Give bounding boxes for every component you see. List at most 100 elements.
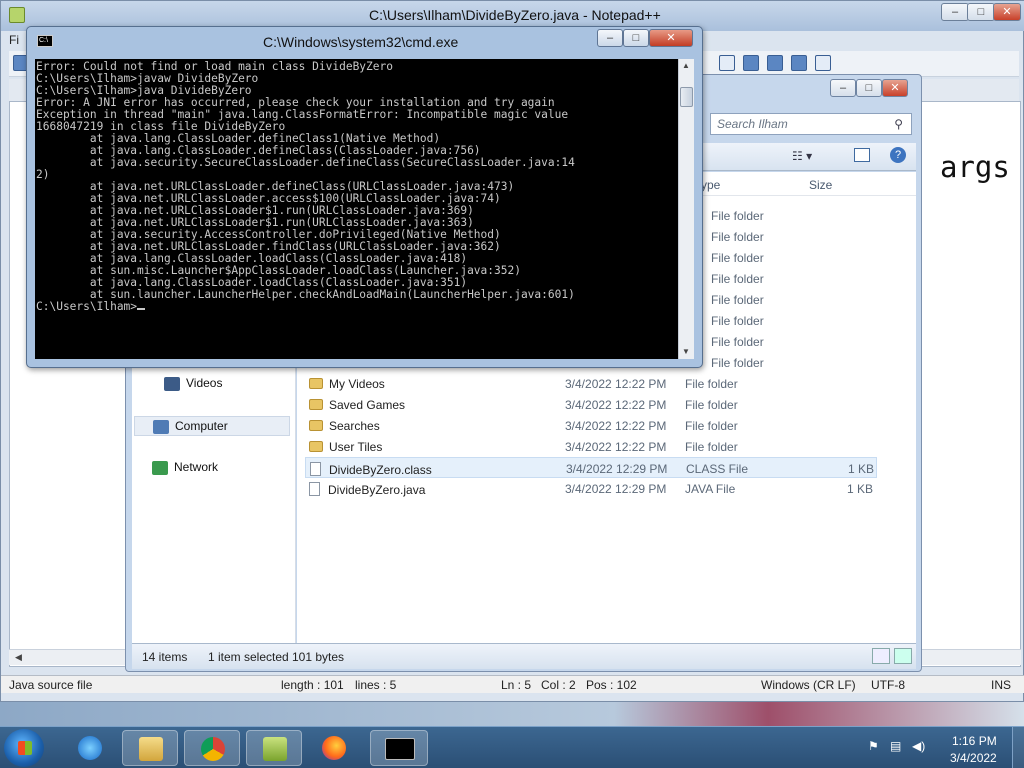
code-text: args bbox=[940, 150, 1010, 184]
file-icon bbox=[309, 482, 320, 496]
internet-explorer-icon bbox=[78, 736, 102, 760]
explorer-maximize-button[interactable]: □ bbox=[856, 79, 882, 97]
preview-pane-icon[interactable] bbox=[854, 148, 870, 162]
row-type: File folder bbox=[711, 251, 764, 265]
text-cursor bbox=[137, 308, 146, 310]
clock-time[interactable]: 1:16 PM bbox=[952, 734, 997, 748]
file-name: DivideByZero.java bbox=[309, 482, 425, 497]
volume-icon[interactable]: ◀) bbox=[912, 739, 926, 753]
folder-icon bbox=[309, 420, 323, 431]
row-type: File folder bbox=[711, 230, 764, 244]
nav-item-network[interactable]: Network bbox=[152, 460, 218, 475]
videos-icon bbox=[164, 376, 180, 391]
large-icons-view-icon[interactable] bbox=[894, 648, 912, 664]
start-button[interactable] bbox=[4, 729, 44, 767]
file-icon bbox=[310, 462, 321, 476]
clock-date[interactable]: 3/4/2022 bbox=[950, 751, 997, 765]
notepadpp-statusbar: Java source file length : 101 lines : 5 … bbox=[1, 675, 1024, 693]
file-date: 3/4/2022 12:22 PM bbox=[565, 377, 667, 391]
column-size[interactable]: Size bbox=[809, 178, 832, 192]
close-button[interactable]: ✕ bbox=[993, 3, 1021, 21]
file-date: 3/4/2022 12:29 PM bbox=[565, 482, 667, 496]
file-size: 1 KB bbox=[848, 462, 875, 476]
console-prompt-line: C:\Users\Ilham> bbox=[36, 301, 678, 313]
cmd-scrollbar[interactable]: ▲ ▼ bbox=[678, 59, 694, 359]
column-type[interactable]: ype bbox=[701, 178, 720, 192]
row-type: File folder bbox=[711, 209, 764, 223]
cmd-maximize-button[interactable]: □ bbox=[623, 29, 649, 47]
views-icon[interactable]: ☷ ▾ bbox=[792, 149, 812, 163]
toolbar-icon[interactable] bbox=[743, 55, 759, 71]
folder-icon bbox=[309, 399, 323, 410]
toolbar-icon[interactable] bbox=[815, 55, 831, 71]
maximize-button[interactable]: □ bbox=[967, 3, 995, 21]
nav-item-computer[interactable]: Computer bbox=[134, 416, 290, 436]
scroll-left-icon[interactable]: ◀ bbox=[15, 652, 22, 663]
file-type: File folder bbox=[685, 398, 738, 412]
row-type: File folder bbox=[711, 272, 764, 286]
file-row[interactable]: My Videos 3/4/2022 12:22 PM File folder bbox=[305, 373, 877, 394]
file-row-selected[interactable]: DivideByZero.class 3/4/2022 12:29 PM CLA… bbox=[305, 457, 877, 478]
taskbar-app[interactable] bbox=[306, 730, 362, 766]
cmd-close-button[interactable]: ✕ bbox=[649, 29, 693, 47]
scroll-up-icon[interactable]: ▲ bbox=[682, 61, 690, 70]
file-row[interactable]: Searches 3/4/2022 12:22 PM File folder bbox=[305, 415, 877, 436]
system-tray: ⚑ ▤ ◀) 1:16 PM 3/4/2022 bbox=[860, 727, 1024, 768]
search-icon[interactable]: ⚲ bbox=[894, 117, 903, 131]
taskbar-app[interactable] bbox=[62, 730, 118, 766]
taskbar-app[interactable] bbox=[184, 730, 240, 766]
details-view-icon[interactable] bbox=[872, 648, 890, 664]
console-output[interactable]: Error: Could not find or load main class… bbox=[35, 59, 678, 359]
status-ln: Ln : 5 bbox=[501, 678, 532, 692]
computer-icon bbox=[153, 419, 169, 434]
file-row[interactable]: DivideByZero.java 3/4/2022 12:29 PM JAVA… bbox=[305, 478, 877, 499]
file-type: File folder bbox=[685, 440, 738, 454]
scroll-thumb[interactable] bbox=[680, 87, 693, 107]
toolbar-icon[interactable] bbox=[767, 55, 783, 71]
menu-file[interactable]: Fi bbox=[9, 33, 19, 47]
cmd-icon[interactable]: C:\ bbox=[37, 35, 53, 47]
explorer-minimize-button[interactable]: – bbox=[830, 79, 856, 97]
search-input[interactable]: Search Ilham ⚲ bbox=[710, 113, 912, 135]
explorer-close-button[interactable]: ✕ bbox=[882, 79, 908, 97]
file-type: JAVA File bbox=[685, 482, 736, 496]
help-icon[interactable]: ? bbox=[890, 147, 906, 163]
console-line: at java.security.SecureClassLoader.defin… bbox=[36, 156, 575, 169]
nav-label: Computer bbox=[175, 419, 228, 433]
cmd-title: C:\Windows\system32\cmd.exe bbox=[263, 34, 459, 50]
cmd-minimize-button[interactable]: – bbox=[597, 29, 623, 47]
minimize-button[interactable]: – bbox=[941, 3, 969, 21]
status-lines: lines : 5 bbox=[355, 678, 397, 692]
folder-icon bbox=[309, 378, 323, 389]
toolbar-icon[interactable] bbox=[719, 55, 735, 71]
file-explorer-icon bbox=[139, 737, 163, 761]
network-icon[interactable]: ▤ bbox=[890, 739, 904, 753]
status-col: Col : 2 bbox=[541, 678, 576, 692]
scroll-down-icon[interactable]: ▼ bbox=[682, 347, 690, 356]
firefox-icon bbox=[322, 736, 346, 760]
notepadpp-app-icon bbox=[9, 7, 25, 23]
chrome-icon bbox=[201, 737, 225, 761]
show-desktop-button[interactable] bbox=[1012, 727, 1024, 768]
status-bytes: 101 bytes bbox=[292, 650, 345, 664]
cmd-icon bbox=[385, 738, 415, 760]
file-name: User Tiles bbox=[309, 440, 382, 454]
row-type: File folder bbox=[711, 293, 764, 307]
file-row[interactable]: User Tiles 3/4/2022 12:22 PM File folder bbox=[305, 436, 877, 457]
nav-item-videos[interactable]: Videos bbox=[164, 376, 222, 391]
row-type: File folder bbox=[711, 314, 764, 328]
file-type: File folder bbox=[685, 419, 738, 433]
file-type: File folder bbox=[685, 377, 738, 391]
row-type: File folder bbox=[711, 356, 764, 370]
taskbar-app[interactable] bbox=[122, 730, 178, 766]
file-row[interactable]: Saved Games 3/4/2022 12:22 PM File folde… bbox=[305, 394, 877, 415]
status-selected: 1 item selected bbox=[208, 650, 289, 664]
taskbar-app-active[interactable] bbox=[370, 730, 428, 766]
taskbar-app[interactable] bbox=[246, 730, 302, 766]
file-type: CLASS File bbox=[686, 462, 749, 476]
toolbar-icon[interactable] bbox=[791, 55, 807, 71]
nav-label: Network bbox=[174, 460, 219, 474]
file-name: My Videos bbox=[309, 377, 385, 391]
flag-icon[interactable]: ⚑ bbox=[868, 739, 882, 753]
file-size: 1 KB bbox=[847, 482, 874, 496]
